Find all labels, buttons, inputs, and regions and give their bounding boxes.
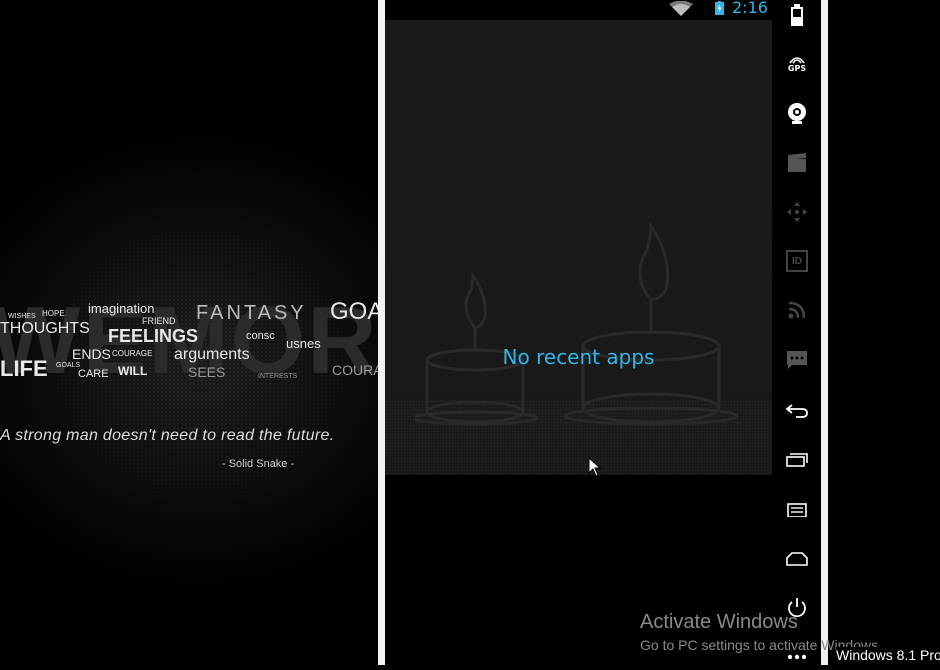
- wallpaper-word: SEES: [188, 364, 226, 380]
- wallpaper-word: FEELINGS: [108, 326, 199, 346]
- desktop-wallpaper: WEMORY imagination FANTASY GOA THOUGHTS …: [0, 0, 378, 665]
- android-screen: 2:16 No recent apps: [385, 0, 772, 665]
- emulator-frame-left: [378, 0, 385, 665]
- gps-icon[interactable]: GPS: [784, 51, 810, 77]
- wallpaper-word: COURA: [332, 362, 378, 378]
- gps-label: GPS: [787, 63, 807, 73]
- wallpaper-word: WILL: [118, 364, 148, 378]
- wallpaper-word: imagination: [88, 301, 155, 316]
- wallpaper-word: FANTASY: [196, 302, 307, 324]
- home-icon[interactable]: [784, 546, 810, 572]
- battery-icon[interactable]: [784, 2, 810, 28]
- wallpaper-quote: A strong man doesn't need to read the fu…: [0, 427, 335, 444]
- windows-edition-label: Windows 8.1 Pro: [836, 647, 940, 663]
- webcam-icon[interactable]: [784, 100, 810, 126]
- wallpaper-word: WISHES: [8, 313, 36, 320]
- id-label: ID: [786, 250, 808, 272]
- battery-charging-icon: [715, 1, 724, 15]
- recent-apps-panel: No recent apps: [385, 20, 772, 475]
- wallpaper-word: LIFE: [0, 356, 48, 381]
- wallpaper-word: FRIEND: [142, 316, 176, 326]
- wallpaper-quote-author: - Solid Snake -: [222, 458, 295, 470]
- wallpaper-word: usnes: [286, 336, 321, 351]
- identifiers-icon[interactable]: ID: [784, 248, 810, 274]
- wallpaper-word: GOALS: [56, 362, 81, 369]
- recent-apps-icon[interactable]: [784, 447, 810, 473]
- candles-illustration: [415, 221, 739, 426]
- wallpaper-word: INTERESTS: [258, 373, 298, 380]
- back-icon[interactable]: [784, 398, 810, 424]
- wallpaper-word: GOA: [330, 298, 378, 325]
- wifi-icon: [669, 1, 693, 16]
- wallpaper-word: COURAGE: [112, 349, 153, 358]
- activate-windows-title: Activate Windows: [640, 611, 798, 633]
- wallpaper-word: HOPE: [42, 309, 65, 318]
- wallpaper-word: consc: [246, 330, 275, 342]
- wallpaper-word: ENDS: [72, 346, 111, 362]
- status-bar: 2:16: [385, 0, 772, 20]
- sms-icon[interactable]: [784, 347, 810, 373]
- wallpaper-word: arguments: [174, 346, 250, 363]
- status-clock: 2:16: [732, 0, 768, 17]
- wallpaper-word: CARE: [78, 368, 109, 380]
- screencast-icon[interactable]: [784, 150, 810, 176]
- mouse-cursor-icon: [588, 457, 602, 477]
- no-recent-apps-text: No recent apps: [502, 345, 655, 369]
- wallpaper-word: THOUGHTS: [0, 320, 90, 337]
- menu-icon[interactable]: [784, 497, 810, 523]
- move-icon[interactable]: [784, 199, 810, 225]
- desktop-right-strip: [828, 0, 940, 665]
- rss-icon[interactable]: [784, 297, 810, 323]
- emulator-toolbar: GPS ID: [772, 0, 821, 665]
- emulator-frame-right: [821, 0, 828, 665]
